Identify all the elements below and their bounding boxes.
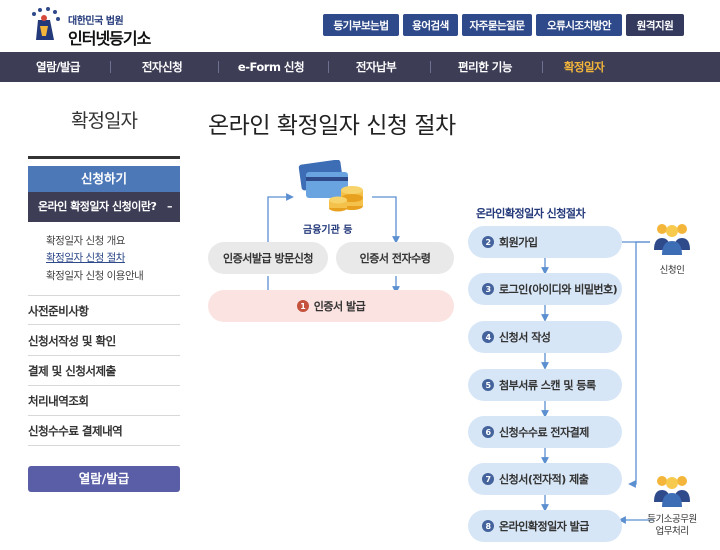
step-number-badge: 8 [482, 520, 494, 532]
step-signup: 2 회원가입 [468, 226, 622, 258]
cert-visit-step: 인증서발급 방문신청 [208, 242, 328, 274]
step-label: 로그인(아이디와 비밀번호) [499, 283, 618, 296]
step-label: 온라인확정일자 발급 [499, 520, 589, 533]
step-write-form: 4 신청서 작성 [468, 321, 622, 353]
flow-title: 온라인확정일자 신청절차 [476, 207, 586, 220]
step-label: 첨부서류 스캔 및 등록 [499, 379, 596, 392]
step-fee-payment: 6 신청수수료 전자결제 [468, 416, 622, 448]
cert-issue-step: 1 인증서 발급 [208, 290, 454, 322]
step-number-badge: 6 [482, 426, 494, 438]
official-people-icon [654, 476, 690, 507]
step-number-badge: 7 [482, 473, 494, 485]
applicant-people-icon [654, 224, 690, 255]
step-number-badge: 3 [482, 283, 494, 295]
card-coins-icon [298, 160, 363, 212]
step-number-badge: 5 [482, 379, 494, 391]
cert-receive-step: 인증서 전자수령 [336, 242, 454, 274]
step-label: 신청수수료 전자결제 [499, 426, 589, 439]
step-number-badge: 2 [482, 236, 494, 248]
step-number-badge: 4 [482, 331, 494, 343]
official-task-label: 업무처리 [655, 526, 689, 537]
applicant-label: 신청인 [659, 265, 685, 276]
step-label: 신청서(전자적) 제출 [499, 473, 589, 486]
step-issue-confirmed-date: 8 온라인확정일자 발급 [468, 510, 622, 542]
step-number-badge: 1 [296, 300, 309, 312]
step-label: 인증서 발급 [313, 300, 366, 313]
step-login: 3 로그인(아이디와 비밀번호) [468, 273, 622, 305]
finance-institution-label: 금융기관 등 [303, 225, 353, 236]
step-label: 회원가입 [499, 236, 538, 249]
step-submit: 7 신청서(전자적) 제출 [468, 463, 622, 495]
step-label: 신청서 작성 [499, 331, 551, 344]
step-scan-attachments: 5 첨부서류 스캔 및 등록 [468, 369, 622, 401]
